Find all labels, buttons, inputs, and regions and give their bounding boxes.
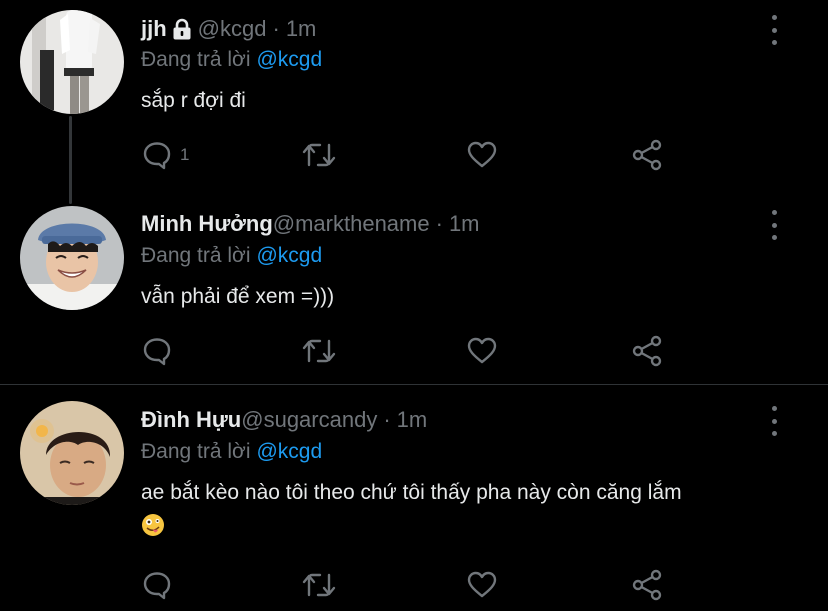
reply-button[interactable] [140, 334, 180, 368]
timestamp[interactable]: 1m [397, 407, 428, 433]
user-handle[interactable]: @kcgd [198, 16, 267, 42]
share-icon [630, 138, 664, 172]
tweet-actions [140, 568, 680, 602]
replying-to-label: Đang trả lời [141, 440, 251, 463]
display-name[interactable]: jjh [141, 16, 167, 42]
retweet-button[interactable] [300, 568, 338, 602]
share-button[interactable] [630, 138, 664, 172]
mention-link[interactable]: @kcgd [256, 244, 322, 268]
like-button[interactable] [465, 334, 499, 368]
retweet-button[interactable] [300, 138, 338, 172]
more-icon[interactable] [764, 210, 784, 240]
like-icon [465, 334, 499, 368]
share-icon [630, 334, 664, 368]
separator-dot: · [272, 16, 280, 41]
share-icon [630, 568, 664, 602]
display-name[interactable]: Đình Hựu [141, 407, 241, 433]
like-icon [465, 138, 499, 172]
tweet-text: sắp r đợi đi [141, 89, 246, 112]
replying-to: Đang trả lời @kcgd [141, 45, 322, 75]
retweet-button[interactable] [300, 334, 338, 368]
more-icon[interactable] [764, 406, 784, 436]
separator-dot: · [383, 407, 391, 432]
tweet-header: Minh Hưởng @markthename · 1m [141, 207, 480, 241]
separator-dot: · [435, 211, 443, 236]
retweet-icon [300, 138, 338, 172]
mention-link[interactable]: @kcgd [256, 48, 322, 72]
reply-icon [140, 138, 174, 172]
reply-button[interactable] [140, 568, 180, 602]
display-name[interactable]: Minh Hưởng [141, 211, 273, 237]
retweet-icon [300, 568, 338, 602]
tweet-text: ae bắt kèo nào tôi theo chứ tôi thấy pha… [141, 481, 682, 504]
timestamp[interactable]: 1m [449, 211, 480, 237]
retweet-icon [300, 334, 338, 368]
replying-to-label: Đang trả lời [141, 244, 251, 267]
more-icon[interactable] [764, 15, 784, 45]
reply-icon [140, 334, 174, 368]
tweet-actions: 1 [140, 138, 680, 172]
tweet-header: Đình Hựu @sugarcandy · 1m [141, 403, 427, 437]
tweet-text: vẫn phải để xem =))) [141, 285, 335, 308]
avatar[interactable] [20, 206, 124, 310]
replying-to: Đang trả lời @kcgd [141, 437, 322, 467]
user-handle[interactable]: @markthename [273, 211, 430, 237]
reply-count: 1 [180, 145, 190, 164]
share-button[interactable] [630, 568, 664, 602]
replying-to: Đang trả lời @kcgd [141, 241, 322, 271]
reply-button[interactable]: 1 [140, 138, 189, 172]
tweet-actions [140, 334, 680, 368]
like-button[interactable] [465, 138, 499, 172]
timestamp[interactable]: 1m [286, 16, 317, 42]
share-button[interactable] [630, 334, 664, 368]
avatar[interactable] [20, 10, 124, 114]
avatar[interactable] [20, 401, 124, 505]
mention-link[interactable]: @kcgd [256, 440, 322, 464]
like-icon [465, 568, 499, 602]
user-handle[interactable]: @sugarcandy [241, 407, 377, 433]
tweet-header: jjh @kcgd · 1m [141, 12, 316, 46]
reply-icon [140, 568, 174, 602]
zany-face-emoji [141, 513, 165, 542]
like-button[interactable] [465, 568, 499, 602]
replying-to-label: Đang trả lời [141, 48, 251, 71]
lock-icon [172, 18, 192, 40]
